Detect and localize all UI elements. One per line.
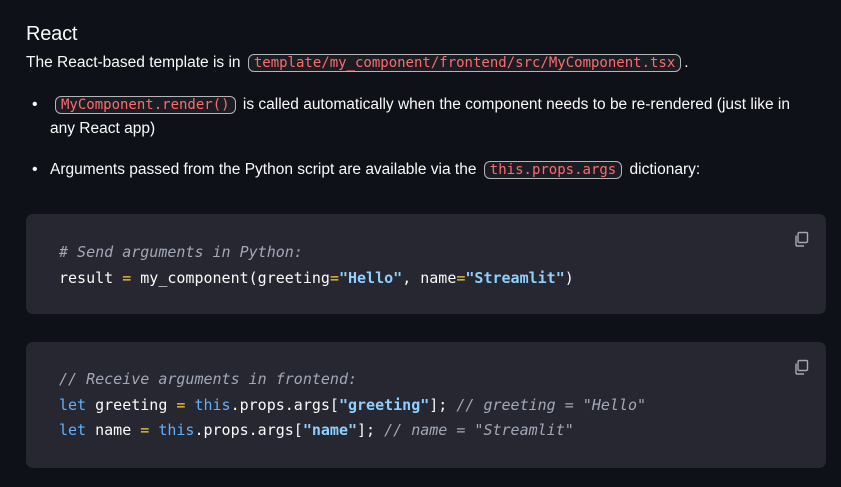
code-string: "Hello" — [338, 268, 403, 287]
intro-text: The React-based template is in — [26, 54, 241, 71]
code-token: = — [122, 268, 132, 287]
code-token: my_component(greeting — [140, 268, 330, 287]
code-token: result — [59, 268, 114, 287]
bullet-dot: • — [32, 161, 38, 178]
list-item-suffix: dictionary: — [629, 161, 701, 178]
code-line: let name = this.props.args["name"]; // n… — [59, 418, 826, 444]
list-item: • MyComponent.render() is called automat… — [26, 93, 810, 141]
code-token: , name — [402, 268, 457, 287]
code-token: ) — [564, 268, 574, 287]
bullet-list: • MyComponent.render() is called automat… — [26, 93, 826, 182]
code-string: "Streamlit" — [465, 268, 565, 287]
code-keyword: this — [158, 421, 195, 439]
code-block-javascript: // Receive arguments in frontend: let gr… — [26, 342, 826, 468]
code-token: name — [95, 421, 132, 439]
intro-paragraph: The React-based template is in template/… — [26, 52, 689, 74]
code-token: .props.args[ — [194, 421, 303, 439]
list-item: • Arguments passed from the Python scrip… — [26, 158, 826, 182]
code-string: "name" — [302, 421, 358, 439]
code-comment: // Receive arguments in frontend: — [59, 370, 358, 388]
code-comment: // name = "Streamlit" — [384, 421, 574, 439]
code-comment: # Send arguments in Python: — [59, 243, 303, 261]
code-keyword: let — [59, 395, 87, 414]
inline-code-render: MyComponent.render() — [55, 96, 236, 114]
code-token: .props.args[ — [230, 395, 339, 414]
code-keyword: this — [194, 395, 231, 414]
code-token: ]; — [429, 395, 448, 414]
code-line: # Send arguments in Python: — [59, 240, 826, 266]
inline-code-template-path: template/my_component/frontend/src/MyCom… — [247, 54, 682, 72]
code-block-python: # Send arguments in Python: result = my_… — [26, 214, 826, 314]
code-token: = — [329, 268, 339, 287]
code-comment: // greeting = "Hello" — [456, 395, 647, 414]
bullet-dot: • — [32, 96, 38, 113]
section-heading: React — [26, 23, 78, 45]
intro-suffix: . — [684, 54, 689, 71]
code-token: ]; — [357, 421, 376, 439]
code-line: // Receive arguments in frontend: — [59, 367, 826, 393]
code-line: result = my_component(greeting="Hello", … — [59, 266, 826, 292]
inline-code-props-args: this.props.args — [483, 161, 623, 179]
code-token: = — [176, 395, 186, 414]
code-string: "greeting" — [338, 395, 430, 414]
code-token: greeting — [95, 395, 168, 414]
code-line: let greeting = this.props.args["greeting… — [59, 393, 826, 419]
copy-icon[interactable] — [793, 231, 809, 247]
list-item-text: Arguments passed from the Python script … — [50, 161, 477, 178]
code-keyword: let — [59, 421, 87, 439]
copy-icon[interactable] — [793, 359, 809, 375]
code-token: = — [140, 421, 150, 439]
